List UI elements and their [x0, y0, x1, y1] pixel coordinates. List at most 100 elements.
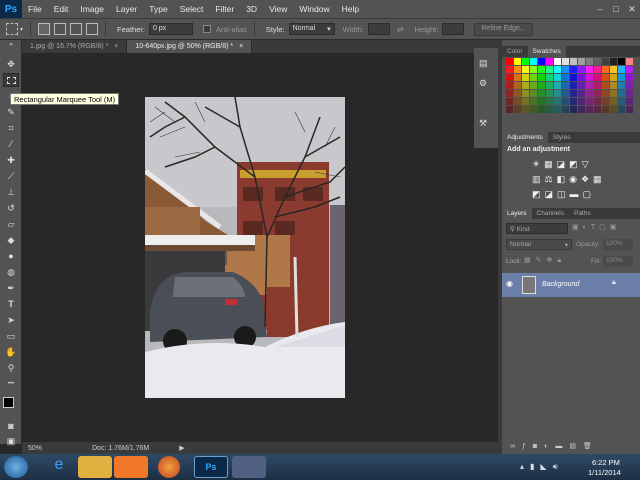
minimize-button[interactable]: – — [592, 0, 608, 18]
swatch[interactable] — [610, 82, 617, 89]
swatch[interactable] — [618, 58, 625, 65]
swatch[interactable] — [626, 90, 633, 97]
path-selection-tool-icon[interactable]: ➤ — [3, 313, 19, 327]
swatch[interactable] — [546, 66, 553, 73]
swatch[interactable] — [506, 82, 513, 89]
swatch[interactable] — [570, 66, 577, 73]
taskbar-media-player-icon[interactable] — [114, 456, 148, 478]
swatch[interactable] — [586, 58, 593, 65]
rectangular-marquee-tool-icon[interactable] — [3, 73, 19, 87]
crop-tool-icon[interactable]: ⌗ — [3, 121, 19, 135]
swatch[interactable] — [514, 58, 521, 65]
refine-edge-button[interactable]: Refine Edge... — [474, 22, 533, 36]
swatch[interactable] — [610, 106, 617, 113]
swatch[interactable] — [538, 66, 545, 73]
swatch[interactable] — [562, 58, 569, 65]
swatch[interactable] — [626, 74, 633, 81]
screen-mode-icon[interactable]: ▣ — [3, 434, 19, 448]
vibrance-icon[interactable]: ▽ — [582, 159, 593, 169]
color-balance-icon[interactable]: ⚖ — [545, 174, 557, 184]
swatch[interactable] — [538, 106, 545, 113]
swatch[interactable] — [538, 74, 545, 81]
swatch[interactable] — [610, 58, 617, 65]
rectangle-tool-icon[interactable]: ▭ — [3, 329, 19, 343]
document-image[interactable] — [145, 97, 345, 398]
swatch[interactable] — [586, 74, 593, 81]
swatch[interactable] — [586, 66, 593, 73]
swatch[interactable] — [570, 106, 577, 113]
swatch[interactable] — [618, 106, 625, 113]
color-lookup-icon[interactable]: ▦ — [593, 174, 606, 184]
swatch[interactable] — [514, 66, 521, 73]
swatch[interactable] — [578, 90, 585, 97]
swatch[interactable] — [514, 98, 521, 105]
swatch[interactable] — [530, 98, 537, 105]
swatch[interactable] — [578, 74, 585, 81]
move-tool-icon[interactable]: ✥ — [3, 57, 19, 71]
hand-tool-icon[interactable]: ✋ — [3, 345, 19, 359]
tools-panel-icon[interactable]: ⚒ — [479, 118, 493, 130]
swatch[interactable] — [522, 58, 529, 65]
swatch[interactable] — [594, 106, 601, 113]
swatch[interactable] — [626, 106, 633, 113]
curves-icon[interactable]: ◪ — [557, 159, 570, 169]
swatch[interactable] — [522, 82, 529, 89]
swatch[interactable] — [506, 90, 513, 97]
swatch[interactable] — [578, 82, 585, 89]
swatch[interactable] — [522, 106, 529, 113]
swatch[interactable] — [618, 98, 625, 105]
swatch[interactable] — [562, 66, 569, 73]
blur-tool-icon[interactable]: ● — [3, 249, 19, 263]
dodge-tool-icon[interactable]: ◍ — [3, 265, 19, 279]
clock-date[interactable]: 1/11/2014 — [588, 468, 621, 477]
swatch[interactable] — [522, 66, 529, 73]
zoom-level[interactable]: 50% — [22, 445, 62, 452]
visibility-eye-icon[interactable]: ◉ — [506, 279, 513, 288]
taskbar-app-icon[interactable] — [232, 456, 266, 478]
tab-layers[interactable]: Layers — [502, 208, 532, 219]
swatch[interactable] — [554, 74, 561, 81]
blend-mode-select[interactable]: Normal ▾ — [506, 239, 572, 250]
swatch[interactable] — [546, 90, 553, 97]
swatch[interactable] — [530, 82, 537, 89]
layer-name[interactable]: Background — [542, 281, 579, 288]
swatch[interactable] — [562, 106, 569, 113]
swatch[interactable] — [514, 82, 521, 89]
swatch[interactable] — [506, 58, 513, 65]
swatch[interactable] — [538, 58, 545, 65]
tab-document-1[interactable]: 1.jpg @ 16.7% (RGB/8) * × — [22, 40, 128, 53]
levels-icon[interactable]: ▦ — [544, 159, 557, 169]
swatch[interactable] — [626, 82, 633, 89]
add-to-selection-icon[interactable] — [54, 23, 67, 35]
new-layer-icon[interactable]: ▤ — [569, 443, 583, 450]
swatch[interactable] — [514, 74, 521, 81]
swatch[interactable] — [538, 98, 545, 105]
more-tools-icon[interactable]: ••• — [3, 377, 19, 391]
swatch[interactable] — [546, 58, 553, 65]
photo-filter-icon[interactable]: ◉ — [569, 174, 581, 184]
swatch[interactable] — [626, 66, 633, 73]
swatch[interactable] — [522, 74, 529, 81]
tab-adjustments[interactable]: Adjustments — [502, 132, 548, 143]
menu-help[interactable]: Help — [336, 0, 365, 18]
swatch[interactable] — [506, 74, 513, 81]
menu-select[interactable]: Select — [174, 0, 210, 18]
swatch[interactable] — [618, 74, 625, 81]
menu-type[interactable]: Type — [143, 0, 173, 18]
layer-row-background[interactable]: ◉ Background 🔒︎ — [502, 273, 640, 297]
link-layers-icon[interactable]: ∞ — [510, 443, 522, 450]
swatch[interactable] — [586, 90, 593, 97]
swatch[interactable] — [610, 66, 617, 73]
swatch[interactable] — [570, 90, 577, 97]
clone-stamp-tool-icon[interactable]: ⊥ — [3, 185, 19, 199]
swatch[interactable] — [578, 58, 585, 65]
swatch[interactable] — [506, 66, 513, 73]
swatch[interactable] — [594, 82, 601, 89]
swatch[interactable] — [562, 82, 569, 89]
layer-filter-kind[interactable]: ⚲ Kind — [506, 223, 568, 234]
swatch[interactable] — [538, 82, 545, 89]
status-menu-arrow-icon[interactable]: ▶ — [179, 444, 184, 452]
taskbar-ie-icon[interactable]: e — [42, 456, 76, 478]
swatch[interactable] — [570, 82, 577, 89]
start-button[interactable] — [4, 456, 28, 478]
